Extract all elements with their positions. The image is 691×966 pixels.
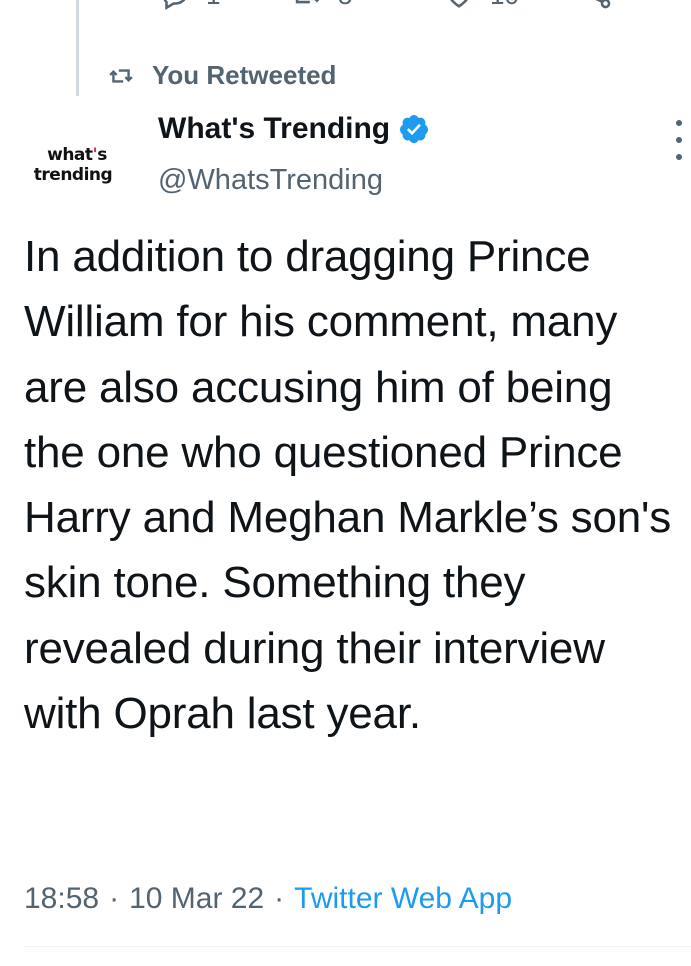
like-count: 10 [490, 0, 519, 11]
meta-separator: · [274, 882, 285, 915]
retweet-indicator[interactable]: You Retweeted [108, 60, 336, 91]
more-dot [676, 120, 682, 126]
tweet-meta: 18:58 · 10 Mar 22 · Twitter Web App [24, 882, 512, 916]
author-display-name[interactable]: What's Trending [158, 112, 390, 146]
reply-count: 1 [206, 0, 220, 11]
share-icon [595, 0, 611, 9]
retweet-indicator-label: You Retweeted [152, 60, 337, 90]
tweet-time[interactable]: 18:58 [24, 882, 99, 915]
avatar-logo-line1: what's [47, 145, 107, 165]
avatar[interactable]: what's trending [20, 112, 126, 218]
retweet-count: 5 [338, 0, 352, 11]
previous-tweet-actions: 1 5 10 [150, 0, 620, 18]
author-handle[interactable]: @WhatsTrending [158, 164, 383, 197]
meta-separator: · [109, 882, 120, 915]
tweet-date[interactable]: 10 Mar 22 [129, 882, 264, 915]
avatar-logo-apostrophe: ' [92, 145, 98, 165]
more-dot [676, 154, 682, 160]
more-options-icon[interactable] [673, 120, 685, 160]
more-dot [676, 137, 682, 143]
like-button[interactable]: 10 [442, 0, 519, 12]
divider [24, 946, 691, 947]
retweet-button[interactable]: 5 [290, 0, 352, 12]
tweet-source-link[interactable]: Twitter Web App [294, 882, 512, 915]
share-button[interactable] [580, 0, 614, 12]
author-name-row[interactable]: What's Trending [158, 112, 430, 146]
verified-badge-icon [400, 115, 429, 144]
retweet-icon [295, 0, 320, 4]
reply-button[interactable]: 1 [158, 0, 220, 12]
retweet-icon [109, 68, 133, 83]
like-icon [450, 0, 468, 8]
reply-icon [163, 0, 186, 11]
tweet-text: In addition to dragging Prince William f… [24, 232, 672, 739]
avatar-logo-line2: trending [33, 165, 113, 185]
thread-connector-line [76, 0, 79, 96]
